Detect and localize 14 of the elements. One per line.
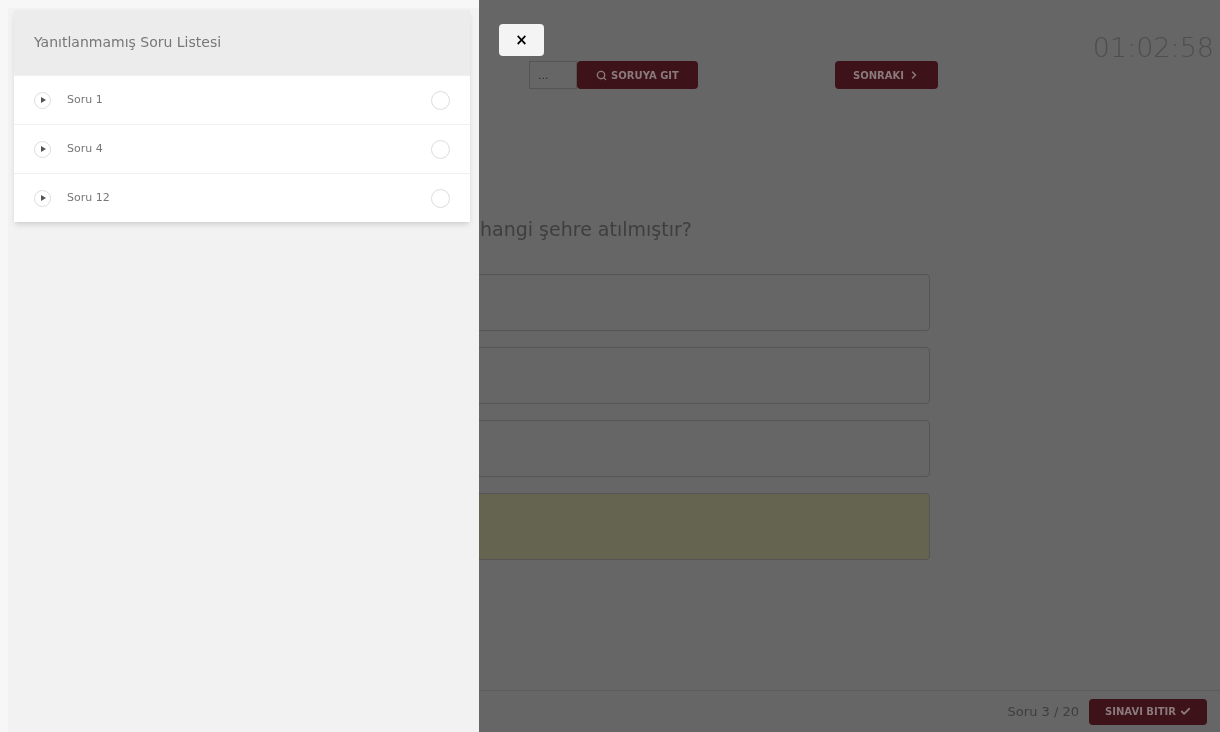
question-number-field[interactable]: ...: [529, 61, 577, 89]
drawer-title: Yanıtlanmamış Soru Listesi: [14, 10, 470, 75]
go-to-question-button[interactable]: SORUYA GIT: [577, 61, 698, 89]
question-list-item[interactable]: Soru 12: [14, 173, 470, 222]
question-label: Soru 4: [67, 140, 103, 157]
question-label: Soru 12: [67, 189, 110, 206]
question-label: Soru 1: [67, 91, 103, 108]
check-icon: [1179, 706, 1191, 717]
question-list-item[interactable]: Soru 1: [14, 75, 470, 124]
question-list-item[interactable]: Soru 4: [14, 124, 470, 173]
finish-exam-button[interactable]: SINAVI BITIR: [1089, 698, 1207, 725]
search-icon: [596, 69, 608, 81]
close-button[interactable]: ×: [499, 24, 544, 56]
next-button[interactable]: SONRAKI: [835, 61, 938, 89]
